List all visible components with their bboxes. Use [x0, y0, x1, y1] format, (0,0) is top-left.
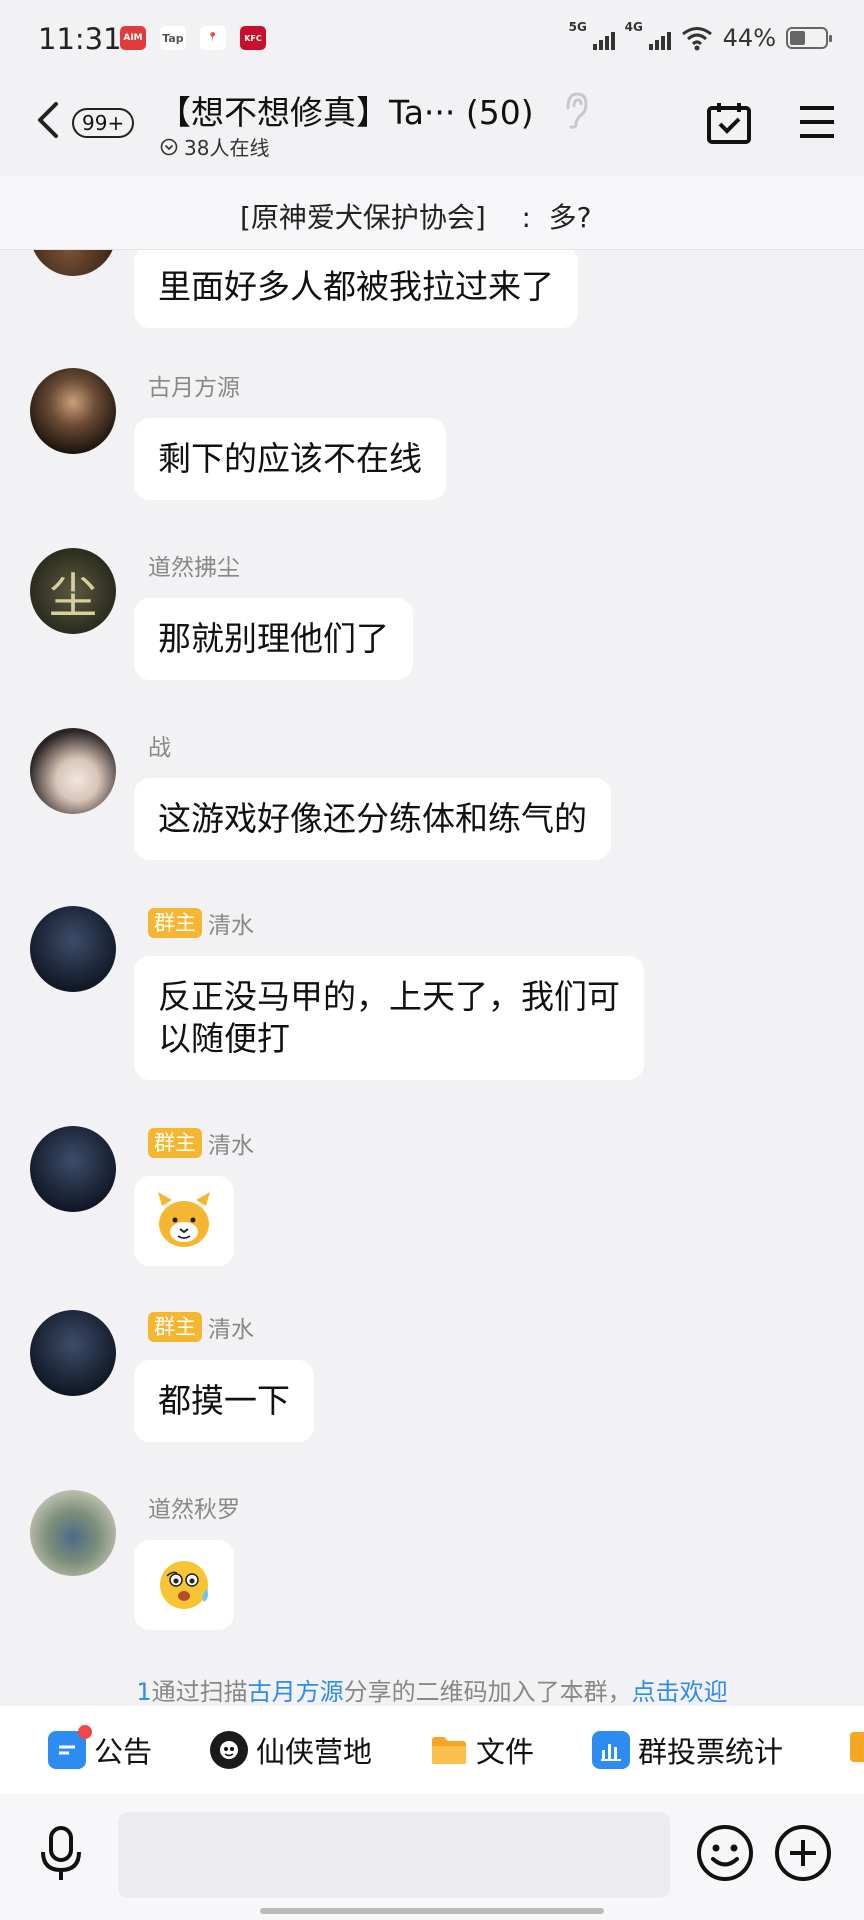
- avatar[interactable]: [30, 1490, 116, 1576]
- calendar-check-icon[interactable]: [706, 100, 752, 146]
- message-input-bar: [0, 1794, 864, 1920]
- owner-badge: 群主: [148, 1128, 202, 1158]
- chat-header: 99+ 【想不想修真】Ta··· (50) 38人在线: [0, 80, 864, 176]
- toolbar-announcement[interactable]: 公告: [48, 1725, 153, 1771]
- signal-5g-icon: 5G: [569, 20, 615, 50]
- sender-name: 古月方源: [148, 375, 240, 401]
- joined-user-link[interactable]: 1: [136, 1678, 151, 1706]
- message-bubble[interactable]: 那就别理他们了: [134, 598, 413, 680]
- battery-level: [790, 31, 805, 45]
- avatar[interactable]: [30, 906, 116, 992]
- message-bubble[interactable]: 里面好多人都被我拉过来了: [134, 246, 578, 328]
- inviter-link[interactable]: 古月方源: [248, 1678, 344, 1706]
- owner-badge: 群主: [148, 908, 202, 938]
- notice-text: 分享的二维码加入了本群，: [343, 1678, 632, 1706]
- pinned-message-bar[interactable]: [原神爱犬保护协会] : 多?: [0, 176, 864, 250]
- avatar[interactable]: [30, 1310, 116, 1396]
- system-notice: 1通过扫描古月方源分享的二维码加入了本群，点击欢迎: [0, 1672, 864, 1707]
- chart-icon: [592, 1731, 631, 1769]
- group-toolbar: 公告 仙侠营地 文件 群投票统计: [0, 1706, 864, 1794]
- notice-text: 通过扫描: [151, 1678, 248, 1706]
- wifi-icon: [681, 27, 712, 51]
- menu-icon[interactable]: [798, 104, 836, 140]
- status-time: 11:31: [38, 22, 122, 56]
- camp-icon: [210, 1731, 249, 1769]
- announcement-icon: [48, 1725, 92, 1769]
- message-input[interactable]: [118, 1812, 670, 1898]
- message-bubble[interactable]: 都摸一下: [134, 1360, 314, 1442]
- more-toolbar-icon[interactable]: [850, 1732, 864, 1762]
- notification-dot: [78, 1725, 92, 1739]
- ear-icon[interactable]: [560, 90, 590, 130]
- message-bubble[interactable]: [134, 1176, 234, 1266]
- status-bar: 11:31 AIM Tap 📍 KFC 5G 4G 44%: [0, 0, 864, 80]
- toolbar-label: 群投票统计: [638, 1735, 784, 1769]
- avatar[interactable]: [30, 368, 116, 454]
- welcome-link[interactable]: 点击欢迎: [632, 1678, 728, 1706]
- sender-name: 道然拂尘: [148, 555, 240, 581]
- sender-name: 道然秋罗: [148, 1497, 240, 1523]
- toolbar-vote-stats[interactable]: 群投票统计: [592, 1729, 783, 1771]
- sender-name: 群主 清水: [148, 1310, 254, 1344]
- owner-badge: 群主: [148, 1312, 202, 1342]
- sender-name: 群主 清水: [148, 906, 254, 940]
- back-arrow-icon[interactable]: [30, 100, 70, 140]
- online-count[interactable]: 38人在线: [160, 132, 269, 161]
- home-indicator[interactable]: [260, 1908, 604, 1914]
- avatar[interactable]: [30, 1126, 116, 1212]
- avatar[interactable]: 尘: [30, 548, 116, 634]
- message-bubble[interactable]: 反正没马甲的，上天了，我们可 以随便打: [134, 956, 644, 1080]
- message-line: 反正没马甲的，上天了，我们可: [158, 977, 620, 1016]
- message-bubble[interactable]: 这游戏好像还分练体和练气的: [134, 778, 611, 860]
- toolbar-label: 文件: [476, 1735, 535, 1769]
- microphone-icon[interactable]: [36, 1824, 86, 1884]
- sender-name-label: 清水: [208, 913, 254, 939]
- signal-4g-icon: 4G: [625, 20, 671, 50]
- tap-app-icon: Tap: [160, 26, 186, 50]
- toolbar-label: 公告: [94, 1735, 153, 1769]
- scared-face-sticker-icon: [160, 1561, 208, 1609]
- folder-icon: [430, 1731, 468, 1769]
- kfc-app-icon: KFC: [240, 26, 266, 50]
- chevron-circle-icon: [160, 138, 178, 155]
- sender-name: 战: [148, 735, 171, 761]
- plus-icon[interactable]: [774, 1824, 832, 1882]
- pinned-message-text: [原神爱犬保护协会] : 多?: [240, 201, 592, 234]
- group-title[interactable]: 【想不想修真】Ta··· (50): [158, 86, 534, 134]
- sender-name: 群主 清水: [148, 1126, 254, 1160]
- unread-count-badge[interactable]: 99+: [72, 108, 135, 138]
- avatar[interactable]: [30, 728, 116, 814]
- aim-app-icon: AIM: [120, 26, 146, 50]
- sender-name-label: 清水: [208, 1317, 254, 1343]
- sender-name-label: 清水: [208, 1133, 254, 1159]
- battery-icon: [786, 27, 832, 49]
- toolbar-camp[interactable]: 仙侠营地: [210, 1729, 372, 1771]
- battery-percent: 44%: [722, 24, 776, 52]
- online-count-label: 38人在线: [184, 136, 270, 160]
- toolbar-label: 仙侠营地: [256, 1735, 373, 1769]
- message-line: 以随便打: [158, 1019, 290, 1058]
- message-bubble[interactable]: [134, 1540, 234, 1630]
- dog-face-sticker-icon: [158, 1192, 210, 1247]
- toolbar-files[interactable]: 文件: [430, 1729, 534, 1771]
- map-pin-app-icon: 📍: [200, 26, 226, 50]
- message-bubble[interactable]: 剩下的应该不在线: [134, 418, 446, 500]
- emoji-icon[interactable]: [696, 1824, 754, 1882]
- status-app-icons: AIM Tap 📍 KFC: [120, 26, 266, 50]
